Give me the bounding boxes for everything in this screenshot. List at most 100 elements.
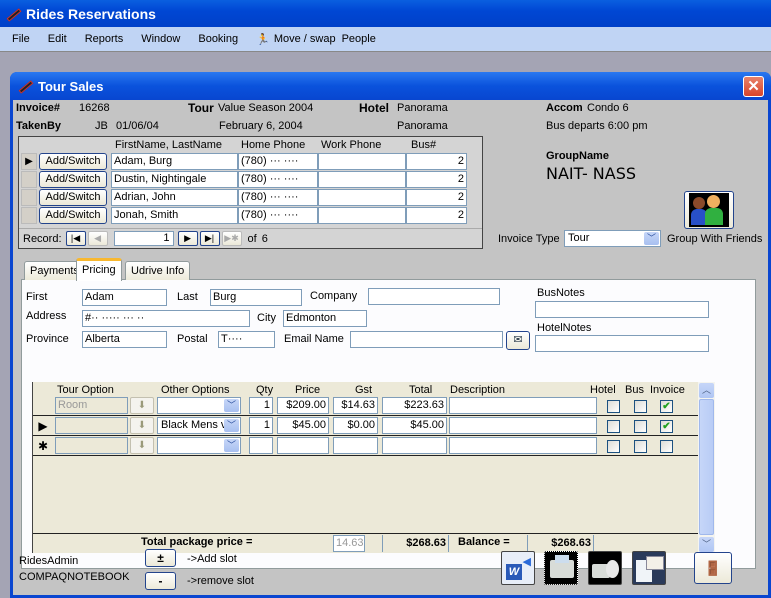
other-options-select[interactable]: Black Mens v ﹀ [157, 417, 241, 434]
remove-slot-button[interactable]: - [145, 572, 176, 590]
busnotes-field[interactable] [535, 301, 709, 318]
tour-option-field[interactable]: Room [55, 397, 128, 414]
description-field[interactable] [449, 397, 597, 414]
print-preview-button[interactable] [588, 551, 622, 585]
description-field[interactable] [449, 437, 597, 454]
home-phone[interactable]: (780) ··· ···· [238, 171, 318, 188]
company-field[interactable] [368, 288, 500, 305]
total-field[interactable]: $223.63 [382, 397, 447, 414]
total-field[interactable]: $45.00 [382, 417, 447, 434]
gst-field[interactable]: $0.00 [333, 417, 378, 434]
description-field[interactable] [449, 417, 597, 434]
other-options-select[interactable]: ﹀ [157, 437, 241, 454]
bus-number[interactable]: 2 [406, 171, 467, 188]
city-field[interactable]: Edmonton [283, 310, 367, 327]
bus-checkbox[interactable] [634, 440, 647, 453]
bus-number[interactable]: 2 [406, 153, 467, 170]
tour-option-field[interactable] [55, 437, 128, 454]
exit-button[interactable]: 🚪 [694, 552, 732, 584]
record-number-input[interactable]: 1 [113, 231, 174, 246]
record-selector[interactable] [21, 207, 37, 224]
chevron-down-icon[interactable]: ﹀ [224, 399, 239, 412]
scroll-up-icon[interactable]: ︿ [699, 383, 714, 398]
group-with-friends-button[interactable] [684, 191, 734, 229]
record-selector[interactable]: ▶ [33, 417, 53, 435]
invoice-checkbox[interactable] [660, 440, 673, 453]
chevron-down-icon[interactable]: ﹀ [224, 419, 239, 432]
work-phone[interactable] [318, 171, 406, 188]
email-report-button[interactable] [632, 551, 666, 585]
new-record-selector[interactable]: ✱ [33, 437, 53, 455]
menu-edit[interactable]: Edit [48, 33, 67, 45]
next-record-button[interactable]: ▶ [177, 231, 198, 246]
work-phone[interactable] [318, 189, 406, 206]
export-word-button[interactable]: W ◀ [501, 551, 535, 585]
total-field[interactable] [382, 437, 447, 454]
tour-option-field[interactable] [55, 417, 128, 434]
hotelnotes-field[interactable] [535, 335, 709, 352]
address-field[interactable]: #·· ····· ··· ·· [82, 310, 250, 327]
invoice-checkbox[interactable]: ✔ [660, 400, 673, 413]
work-phone[interactable] [318, 207, 406, 224]
print-button[interactable] [544, 551, 578, 585]
close-button[interactable]: ✕ [743, 76, 764, 97]
person-name[interactable]: Adam, Burg [111, 153, 238, 170]
chevron-down-icon[interactable]: ﹀ [644, 232, 659, 245]
menu-people[interactable]: People [342, 33, 376, 45]
bus-checkbox[interactable] [634, 420, 647, 433]
add-slot-button[interactable]: ± [145, 549, 176, 567]
last-name-field[interactable]: Burg [210, 289, 302, 306]
gst-field[interactable] [333, 437, 378, 454]
menu-window[interactable]: Window [141, 33, 180, 45]
bus-number[interactable]: 2 [406, 207, 467, 224]
record-selector[interactable] [21, 189, 37, 206]
tab-udrive-info[interactable]: Udrive Info [125, 261, 191, 281]
price-field[interactable]: $209.00 [277, 397, 329, 414]
add-switch-button[interactable]: Add/Switch [39, 207, 107, 224]
invoice-checkbox[interactable]: ✔ [660, 420, 673, 433]
tab-pricing[interactable]: Pricing [76, 258, 122, 281]
menu-move-swap[interactable]: Move / swap [274, 33, 336, 45]
add-switch-button[interactable]: Add/Switch [39, 153, 107, 170]
record-selector[interactable] [33, 397, 53, 415]
email-field[interactable] [350, 331, 503, 348]
add-switch-button[interactable]: Add/Switch [39, 189, 107, 206]
record-selector-current[interactable]: ▶ [21, 153, 37, 170]
province-field[interactable]: Alberta [82, 331, 167, 348]
first-name-field[interactable]: Adam [82, 289, 167, 306]
arrow-down-icon[interactable]: ⬇ [130, 417, 154, 434]
home-phone[interactable]: (780) ··· ···· [238, 153, 318, 170]
hotel-checkbox[interactable] [607, 440, 620, 453]
person-name[interactable]: Adrian, John [111, 189, 238, 206]
scroll-thumb[interactable] [699, 399, 714, 535]
record-selector[interactable] [21, 171, 37, 188]
hotel-checkbox[interactable] [607, 400, 620, 413]
postal-field[interactable]: T···· [218, 331, 275, 348]
price-field[interactable] [277, 437, 329, 454]
bus-number[interactable]: 2 [406, 189, 467, 206]
menu-reports[interactable]: Reports [85, 33, 124, 45]
qty-field[interactable]: 1 [249, 417, 273, 434]
menu-booking[interactable]: Booking [198, 33, 238, 45]
scroll-down-icon[interactable]: ﹀ [699, 537, 714, 552]
prev-record-button[interactable]: ◀ [87, 231, 108, 246]
person-name[interactable]: Dustin, Nightingale [111, 171, 238, 188]
home-phone[interactable]: (780) ··· ···· [238, 207, 318, 224]
chevron-down-icon[interactable]: ﹀ [224, 439, 239, 452]
bus-checkbox[interactable] [634, 400, 647, 413]
work-phone[interactable] [318, 153, 406, 170]
first-record-button[interactable]: |◀ [65, 231, 86, 246]
hotel-checkbox[interactable] [607, 420, 620, 433]
person-name[interactable]: Jonah, Smith [111, 207, 238, 224]
menu-file[interactable]: File [12, 33, 30, 45]
home-phone[interactable]: (780) ··· ···· [238, 189, 318, 206]
options-scrollbar[interactable]: ︿ ﹀ [698, 382, 715, 553]
price-field[interactable]: $45.00 [277, 417, 329, 434]
add-switch-button[interactable]: Add/Switch [39, 171, 107, 188]
new-record-button[interactable]: ▶✱ [221, 231, 242, 246]
gst-field[interactable]: $14.63 [333, 397, 378, 414]
qty-field[interactable]: 1 [249, 397, 273, 414]
arrow-down-icon[interactable]: ⬇ [130, 397, 154, 414]
invoice-type-select[interactable]: Tour ﹀ [564, 230, 661, 247]
qty-field[interactable] [249, 437, 273, 454]
